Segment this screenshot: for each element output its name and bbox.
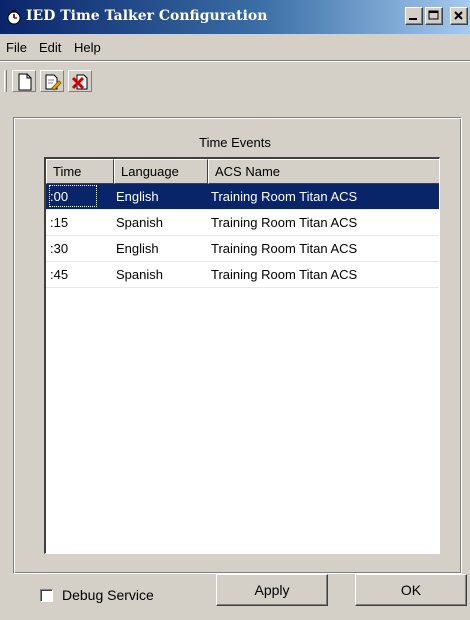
new-button[interactable] <box>12 70 36 92</box>
close-button[interactable] <box>450 7 468 25</box>
new-document-icon <box>18 73 32 91</box>
table-row[interactable]: :00 English Training Room Titan ACS <box>46 184 439 210</box>
cell-acs-name: Training Room Titan ACS <box>211 189 358 204</box>
menu-edit[interactable]: Edit <box>39 40 61 55</box>
table-row[interactable]: :45 Spanish Training Room Titan ACS <box>46 262 439 288</box>
column-header-acs-name[interactable]: ACS Name <box>208 159 439 184</box>
cell-language: Spanish <box>116 267 163 282</box>
cell-time: :00 <box>48 184 98 208</box>
cell-language: Spanish <box>116 215 163 230</box>
close-icon <box>454 11 463 20</box>
cell-language: English <box>116 189 159 204</box>
list-header: Time Language ACS Name <box>46 159 439 184</box>
toolbar-grip[interactable] <box>4 70 7 92</box>
menu-help[interactable]: Help <box>74 40 101 55</box>
menu-file[interactable]: File <box>6 40 27 55</box>
column-header-time[interactable]: Time <box>46 159 114 184</box>
delete-document-icon <box>72 74 88 90</box>
minimize-icon <box>409 18 417 20</box>
edit-button[interactable] <box>40 70 64 92</box>
debug-service-label[interactable]: Debug Service <box>62 587 154 603</box>
maximize-icon <box>428 10 439 20</box>
cell-acs-name: Training Room Titan ACS <box>211 215 358 230</box>
column-header-language[interactable]: Language <box>114 159 208 184</box>
table-row[interactable]: :15 Spanish Training Room Titan ACS <box>46 210 439 236</box>
maximize-button[interactable] <box>425 7 443 25</box>
cell-acs-name: Training Room Titan ACS <box>211 241 358 256</box>
debug-service-checkbox[interactable] <box>40 589 53 602</box>
toolbar <box>0 61 470 101</box>
cell-time: :15 <box>50 215 69 230</box>
cell-acs-name: Training Room Titan ACS <box>211 267 358 282</box>
table-row[interactable]: :30 English Training Room Titan ACS <box>46 236 439 262</box>
minimize-button[interactable] <box>405 7 423 25</box>
events-list[interactable]: Time Language ACS Name :00 English Trainin… <box>44 157 440 554</box>
apply-button[interactable]: Apply <box>216 574 328 606</box>
cell-time: :30 <box>50 241 69 256</box>
window-title: IED Time Talker Configuration <box>26 8 268 24</box>
menu-bar: File Edit Help <box>0 34 470 61</box>
clock-app-icon <box>7 10 21 25</box>
edit-document-icon <box>45 74 62 91</box>
delete-button[interactable] <box>68 70 92 92</box>
ok-button[interactable]: OK <box>355 574 467 606</box>
title-bar[interactable]: IED Time Talker Configuration <box>0 0 470 34</box>
events-title: Time Events <box>199 135 271 150</box>
bottom-bar: Debug Service Apply OK <box>0 574 470 620</box>
cell-time: :45 <box>50 267 69 282</box>
cell-language: English <box>116 241 159 256</box>
